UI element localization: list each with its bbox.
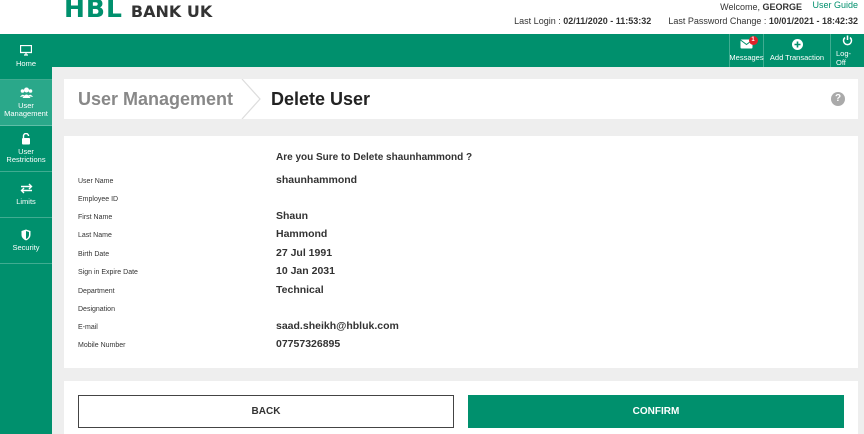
power-icon xyxy=(842,35,853,49)
monitor-icon xyxy=(19,44,33,58)
field-label: First Name xyxy=(78,214,113,221)
delete-confirmation-question: Are you Sure to Delete shaunhammond ? xyxy=(276,152,473,163)
last-login-value: 02/11/2020 - 11:53:32 xyxy=(563,16,652,26)
detail-row-mobile-number: Mobile Number 07757326895 xyxy=(64,338,858,354)
confirm-button[interactable]: CONFIRM xyxy=(468,395,844,428)
field-label: Designation xyxy=(78,306,115,313)
logo-mark: HBL xyxy=(64,0,123,23)
lock-icon xyxy=(21,132,31,146)
user-details-panel: Are you Sure to Delete shaunhammond ? Us… xyxy=(64,136,858,368)
field-value: shaunhammond xyxy=(276,174,358,186)
shield-icon xyxy=(21,229,31,242)
field-value: saad.sheikh@hbluk.com xyxy=(276,320,399,332)
detail-row-first-name: First Name Shaun xyxy=(64,210,858,226)
detail-row-designation: Designation xyxy=(64,302,858,318)
plus-circle-icon xyxy=(791,39,803,53)
field-value: Hammond xyxy=(276,228,328,240)
login-info: Last Login : 02/11/2020 - 11:53:32 Last … xyxy=(514,16,858,26)
field-label: Sign in Expire Date xyxy=(78,269,138,276)
logo-text: BANK UK xyxy=(130,2,213,21)
title-panel: User Management Delete User ? xyxy=(64,79,858,119)
back-button[interactable]: BACK xyxy=(78,395,454,428)
top-bar: 1 Messages Add Transaction Log-Off xyxy=(52,34,864,67)
user-guide-link[interactable]: User Guide xyxy=(812,0,858,10)
field-label: Mobile Number xyxy=(78,342,126,349)
field-label: E-mail xyxy=(78,324,98,331)
actions-panel: BACK CONFIRM xyxy=(64,381,858,434)
help-icon[interactable]: ? xyxy=(831,92,845,106)
field-label: Department xyxy=(78,288,115,295)
detail-row-email: E-mail saad.sheikh@hbluk.com xyxy=(64,320,858,336)
exchange-icon xyxy=(20,183,33,196)
page-title: Delete User xyxy=(271,89,371,109)
field-value: 10 Jan 2031 xyxy=(276,265,335,277)
detail-row-last-name: Last Name Hammond xyxy=(64,228,858,244)
add-transaction-button[interactable]: Add Transaction xyxy=(763,34,830,67)
sidebar-item-home[interactable]: Home xyxy=(0,34,52,80)
sidebar: Home User Management User Restrictions L… xyxy=(0,34,52,434)
field-label: User Name xyxy=(78,178,114,185)
sidebar-item-security[interactable]: Security xyxy=(0,218,52,264)
logoff-button[interactable]: Log-Off xyxy=(830,34,864,67)
messages-button[interactable]: 1 Messages xyxy=(729,34,764,67)
sidebar-item-user-management[interactable]: User Management xyxy=(0,80,52,126)
messages-label: Messages xyxy=(729,53,764,62)
detail-row-birth-date: Birth Date 27 Jul 1991 xyxy=(64,247,858,263)
detail-row-sign-in-expire-date: Sign in Expire Date 10 Jan 2031 xyxy=(64,265,858,281)
breadcrumb-user-management[interactable]: User Management xyxy=(78,79,233,119)
field-value: 07757326895 xyxy=(276,338,341,350)
messages-badge: 1 xyxy=(748,36,758,45)
hbl-logo[interactable]: HBL BANK UK xyxy=(64,0,212,23)
add-transaction-label: Add Transaction xyxy=(769,53,825,62)
breadcrumb-separator-icon xyxy=(241,79,261,119)
welcome-text: Welcome, GEORGE xyxy=(720,2,802,12)
field-value: Shaun xyxy=(276,210,309,222)
users-icon xyxy=(19,87,33,100)
detail-row-user-name: User Name shaunhammond xyxy=(64,174,858,190)
field-label: Birth Date xyxy=(78,251,110,258)
logoff-label: Log-Off xyxy=(836,48,852,67)
sidebar-item-user-restrictions[interactable]: User Restrictions xyxy=(0,126,52,172)
field-value: 27 Jul 1991 xyxy=(276,247,333,259)
detail-row-employee-id: Employee ID xyxy=(64,192,858,208)
detail-row-department: Department Technical xyxy=(64,284,858,300)
field-label: Employee ID xyxy=(78,196,119,203)
field-value: Technical xyxy=(276,284,324,296)
sidebar-item-limits[interactable]: Limits xyxy=(0,172,52,218)
field-label: Last Name xyxy=(78,232,112,239)
header: HBL BANK UK Welcome, GEORGE User Guide L… xyxy=(0,0,864,34)
username: GEORGE xyxy=(762,2,802,12)
last-password-change-value: 10/01/2021 - 18:42:32 xyxy=(768,16,858,26)
